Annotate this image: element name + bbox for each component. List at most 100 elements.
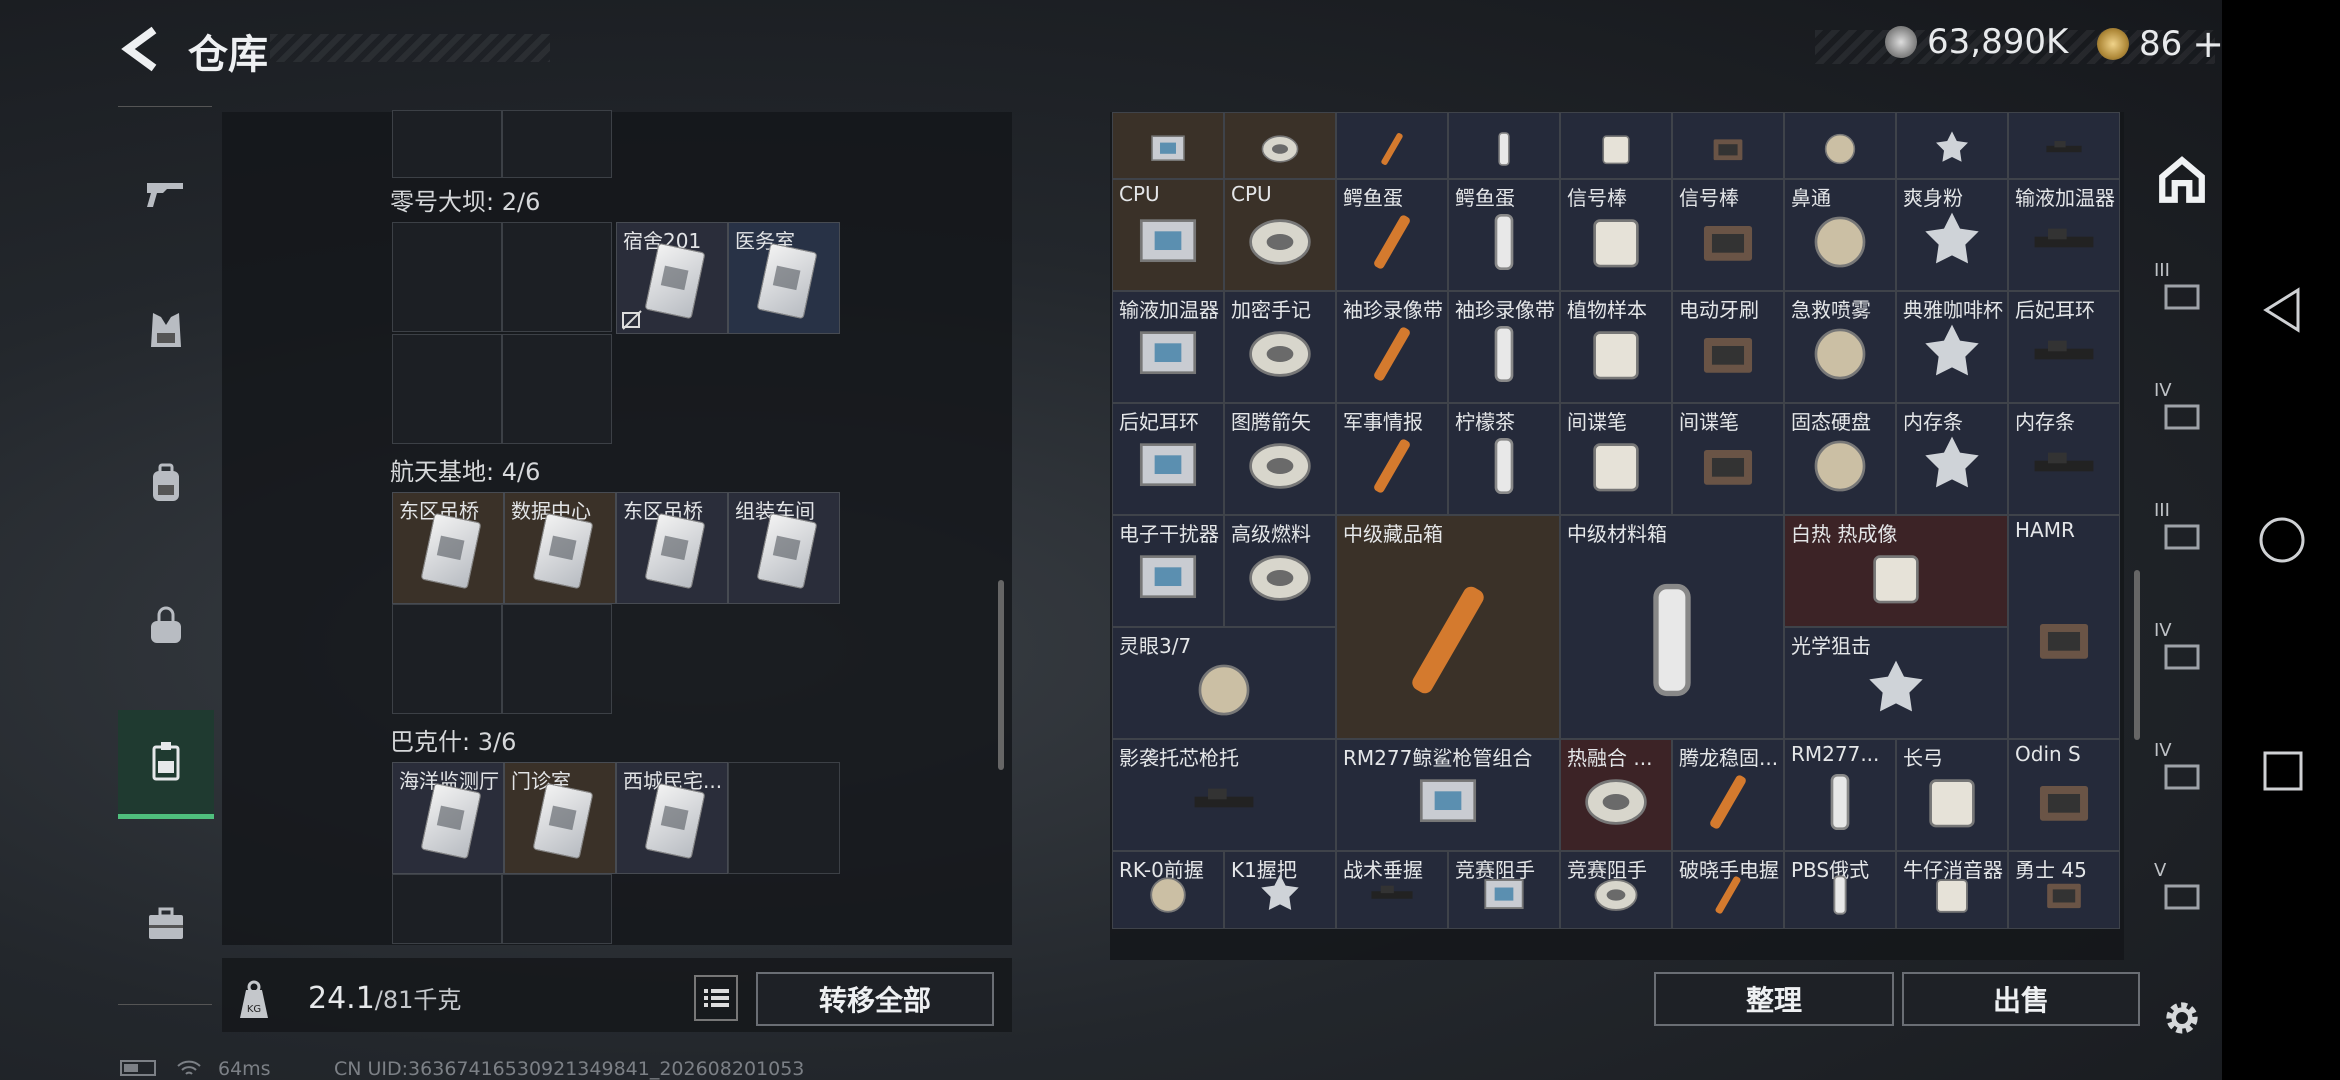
inventory-item[interactable]: 间谍笔 xyxy=(1672,403,1784,515)
system-home-icon[interactable] xyxy=(2258,516,2306,564)
nav-weapons[interactable] xyxy=(118,144,214,240)
empty-slot[interactable] xyxy=(502,222,612,332)
inventory-item[interactable]: 输液加温器 xyxy=(1112,291,1224,403)
inventory-item[interactable]: K1握把 xyxy=(1224,851,1336,930)
system-back-icon[interactable] xyxy=(2262,286,2302,334)
sell-button[interactable]: 出售 xyxy=(1902,972,2140,1026)
inventory-item[interactable]: 图腾箭矢 xyxy=(1224,403,1336,515)
storage-tab-5[interactable]: V xyxy=(2142,854,2222,934)
transfer-all-button[interactable]: 转移全部 xyxy=(756,972,994,1026)
nav-bag[interactable] xyxy=(118,578,214,674)
left-scrollbar[interactable] xyxy=(998,580,1004,770)
empty-slot[interactable] xyxy=(392,874,502,944)
inventory-item[interactable]: 爽身粉 xyxy=(1896,179,2008,291)
back-arrow-icon[interactable] xyxy=(118,24,164,74)
empty-slot[interactable] xyxy=(392,222,502,332)
inventory-item[interactable]: 光学狙击 xyxy=(1784,627,2008,739)
nav-armor[interactable] xyxy=(118,282,214,378)
add-token-button[interactable]: + xyxy=(2192,22,2224,66)
inventory-item-partial[interactable] xyxy=(1224,112,1336,179)
inventory-item-partial[interactable] xyxy=(1112,112,1224,179)
storage-tab-4b[interactable]: IV xyxy=(2142,614,2222,694)
inventory-item[interactable]: 后妃耳环 xyxy=(2008,291,2120,403)
inventory-item-partial[interactable] xyxy=(1560,112,1672,179)
keycard-item[interactable]: 宿舍201 xyxy=(616,222,728,334)
inventory-item-partial[interactable] xyxy=(1896,112,2008,179)
keycard-item[interactable]: 东区吊桥 xyxy=(392,492,504,604)
storage-tab-4c[interactable]: IV xyxy=(2142,734,2222,814)
inventory-item[interactable]: 勇士 45 xyxy=(2008,851,2120,930)
inventory-item[interactable]: 影袭托芯枪托 xyxy=(1112,739,1336,851)
inventory-item[interactable]: HAMR xyxy=(2008,515,2120,739)
empty-slot[interactable] xyxy=(392,110,502,178)
empty-slot[interactable] xyxy=(392,604,502,714)
storage-tab-3b[interactable]: III xyxy=(2142,494,2222,574)
inventory-item[interactable]: 高级燃料 xyxy=(1224,515,1336,627)
inventory-item[interactable]: 袖珍录像带 xyxy=(1448,291,1560,403)
inventory-item-partial[interactable] xyxy=(1784,112,1896,179)
empty-slot[interactable] xyxy=(728,762,840,874)
nav-keycards[interactable] xyxy=(118,710,214,819)
inventory-item[interactable]: 信号棒 xyxy=(1560,179,1672,291)
inventory-item[interactable]: Odin S xyxy=(2008,739,2120,851)
inventory-item[interactable]: 电动牙刷 xyxy=(1672,291,1784,403)
keycard-item[interactable]: 医务室 xyxy=(728,222,840,334)
inventory-item[interactable]: RM277... xyxy=(1784,739,1896,851)
inventory-item-partial[interactable] xyxy=(1448,112,1560,179)
keycard-item[interactable]: 数据中心 xyxy=(504,492,616,604)
nav-backpack[interactable] xyxy=(118,436,214,532)
empty-slot[interactable] xyxy=(502,334,612,444)
inventory-item[interactable]: 中级材料箱 xyxy=(1560,515,1784,739)
inventory-item[interactable]: RM277鲸鲨枪管组合 xyxy=(1336,739,1560,851)
inventory-item-partial[interactable] xyxy=(1672,112,1784,179)
keycard-item[interactable]: 门诊室 xyxy=(504,762,616,874)
inventory-item[interactable]: 信号棒 xyxy=(1672,179,1784,291)
inventory-item[interactable]: 腾龙稳固... xyxy=(1672,739,1784,851)
list-view-button[interactable] xyxy=(694,975,738,1021)
inventory-item[interactable]: 急救喷雾 xyxy=(1784,291,1896,403)
empty-slot[interactable] xyxy=(502,604,612,714)
keycard-item[interactable]: 组装车间 xyxy=(728,492,840,604)
right-scrollbar[interactable] xyxy=(2134,570,2140,740)
inventory-item[interactable]: 鳄鱼蛋 xyxy=(1448,179,1560,291)
inventory-item[interactable]: 热融合 ... xyxy=(1560,739,1672,851)
inventory-item[interactable]: 固态硬盘 xyxy=(1784,403,1896,515)
inventory-item[interactable]: CPU xyxy=(1224,179,1336,291)
storage-tab-home[interactable] xyxy=(2142,140,2222,220)
inventory-item[interactable]: RK-0前握 xyxy=(1112,851,1224,930)
keycard-item[interactable]: 西城民宅... xyxy=(616,762,728,874)
empty-slot[interactable] xyxy=(502,110,612,178)
inventory-item[interactable]: 内存条 xyxy=(1896,403,2008,515)
inventory-item[interactable]: 间谍笔 xyxy=(1560,403,1672,515)
inventory-item[interactable]: 牛仔消音器 xyxy=(1896,851,2008,930)
keycard-item[interactable]: 东区吊桥 xyxy=(616,492,728,604)
currency-tokens[interactable]: 86 + xyxy=(2097,22,2224,66)
inventory-item[interactable]: 破晓手电握 xyxy=(1672,851,1784,930)
storage-tab-4[interactable]: IV xyxy=(2142,374,2222,454)
inventory-item[interactable]: 长弓 xyxy=(1896,739,2008,851)
empty-slot[interactable] xyxy=(392,334,502,444)
inventory-item[interactable]: 中级藏品箱 xyxy=(1336,515,1560,739)
nav-briefcase[interactable] xyxy=(118,876,214,972)
inventory-item-partial[interactable] xyxy=(2008,112,2120,179)
inventory-item[interactable]: 电子干扰器 xyxy=(1112,515,1224,627)
inventory-item[interactable]: 白热 热成像 xyxy=(1784,515,2008,627)
inventory-item[interactable]: PBS俄式 xyxy=(1784,851,1896,930)
inventory-item[interactable]: 鳄鱼蛋 xyxy=(1336,179,1448,291)
inventory-item[interactable]: 灵眼3/7 xyxy=(1112,627,1336,739)
inventory-item[interactable]: 植物样本 xyxy=(1560,291,1672,403)
settings-button[interactable] xyxy=(2142,978,2222,1058)
inventory-item[interactable]: 竞赛阻手 xyxy=(1448,851,1560,930)
inventory-item[interactable]: 柠檬茶 xyxy=(1448,403,1560,515)
storage-tab-3[interactable]: III xyxy=(2142,254,2222,334)
organize-button[interactable]: 整理 xyxy=(1654,972,1894,1026)
inventory-item[interactable]: 后妃耳环 xyxy=(1112,403,1224,515)
inventory-item[interactable]: 输液加温器 xyxy=(2008,179,2120,291)
inventory-item[interactable]: 典雅咖啡杯 xyxy=(1896,291,2008,403)
inventory-item[interactable]: 战术垂握 xyxy=(1336,851,1448,930)
inventory-item[interactable]: 加密手记 xyxy=(1224,291,1336,403)
inventory-item[interactable]: 竞赛阻手 xyxy=(1560,851,1672,930)
inventory-item[interactable]: 军事情报 xyxy=(1336,403,1448,515)
inventory-item[interactable]: 袖珍录像带 xyxy=(1336,291,1448,403)
inventory-item[interactable]: 内存条 xyxy=(2008,403,2120,515)
